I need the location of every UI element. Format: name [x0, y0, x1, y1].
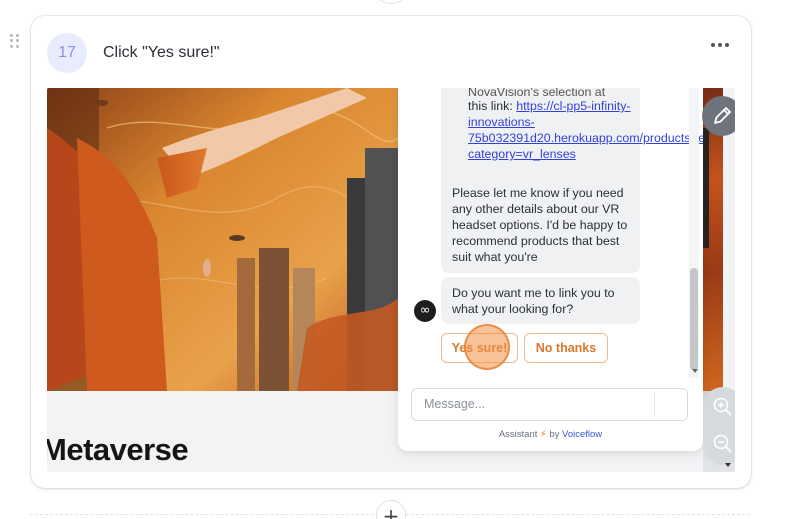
bolt-icon: ⚡︎ — [540, 429, 547, 440]
step-screenshot: Metaverse NovaVision's selection at this… — [47, 88, 735, 472]
chat-transcript[interactable]: NovaVision's selection at this link: htt… — [398, 88, 703, 388]
zoom-out-icon[interactable] — [703, 425, 735, 463]
input-divider — [654, 392, 655, 417]
bot-message: Do you want me to link you to what your … — [441, 277, 640, 324]
message-text: Please let me know if you need any other… — [452, 186, 628, 264]
chat-scrollbar[interactable] — [689, 88, 699, 378]
message-text-prefix: NovaVision's selection at — [468, 88, 606, 98]
no-thanks-button[interactable]: No thanks — [524, 333, 608, 363]
add-step-button[interactable]: + — [376, 500, 406, 519]
plus-icon: + — [382, 504, 400, 519]
scrollbar-thumb[interactable] — [690, 268, 698, 370]
click-indicator — [464, 324, 510, 370]
step-title[interactable]: Click "Yes sure!" — [103, 44, 220, 62]
pencil-icon[interactable] — [702, 96, 735, 136]
scroll-caret-icon[interactable] — [725, 463, 731, 467]
step-card: 17 Click "Yes sure!" Metaverse NovaVisio… — [31, 16, 751, 488]
background-strip-detail — [703, 128, 709, 248]
bot-message: NovaVision's selection at this link: htt… — [441, 88, 703, 273]
zoom-controls — [703, 387, 735, 465]
message-input[interactable]: Message... — [411, 388, 688, 421]
scroll-down-arrow-icon[interactable] — [692, 369, 698, 373]
footer-label: Assistant — [498, 429, 538, 440]
voiceflow-link[interactable]: Voiceflow — [562, 429, 602, 440]
zoom-in-icon[interactable] — [703, 388, 735, 426]
step-number-badge: 17 — [47, 33, 87, 73]
add-step-above-button[interactable] — [376, 0, 406, 4]
more-options-icon[interactable] — [711, 40, 729, 50]
hero-title: Metaverse — [47, 432, 189, 467]
hero-artwork — [47, 88, 398, 391]
message-link-label: this link: — [468, 99, 513, 113]
footer-by: by — [549, 429, 560, 440]
drag-handle-icon[interactable] — [10, 34, 20, 48]
chat-footer: Assistant ⚡︎ by Voiceflow — [398, 429, 703, 440]
message-link-block: NovaVision's selection at this link: htt… — [468, 88, 703, 162]
bot-avatar-icon: ∞ — [414, 300, 436, 322]
chat-widget: NovaVision's selection at this link: htt… — [398, 88, 703, 451]
